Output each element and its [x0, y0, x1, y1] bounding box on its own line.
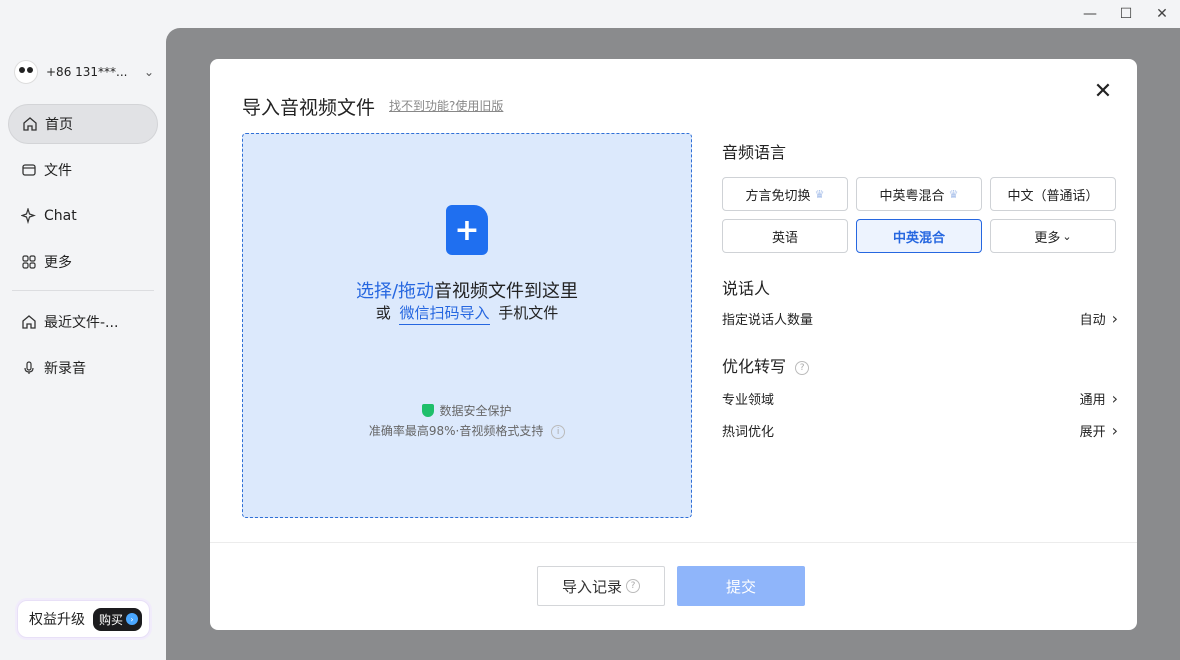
- grid-icon: [20, 253, 38, 271]
- domain-value: 通用: [1079, 392, 1106, 408]
- lang-option-zh-en-yue[interactable]: 中英粤混合 ♛: [856, 177, 982, 211]
- user-menu[interactable]: +86 131***... ⌄: [14, 60, 154, 84]
- accuracy-note: 准确率最高98%·音视频格式支持 i: [243, 422, 691, 439]
- speaker-count-label: 指定说话人数量: [722, 312, 814, 328]
- home-icon: [21, 115, 39, 133]
- folder-icon: [20, 161, 38, 179]
- help-icon[interactable]: ?: [626, 579, 640, 593]
- wechat-instruction: 或 微信扫码导入 手机文件: [243, 302, 691, 325]
- lang-option-label: 中文（普通话）: [1007, 188, 1099, 204]
- phone-file-text: 手机文件: [498, 304, 559, 322]
- settings-panel: 音频语言 方言免切换 ♛ 中英粤混合 ♛ 中文（普通话） 英语 中英混合 更多 ⌄ 说…: [722, 139, 1118, 441]
- wechat-import-link[interactable]: 微信扫码导入: [399, 304, 490, 325]
- submit-button[interactable]: 提交: [677, 566, 805, 606]
- maximize-icon[interactable]: ☐: [1108, 0, 1144, 28]
- arrow-right-icon: ›: [126, 613, 139, 625]
- chevron-right-icon: ›: [1111, 388, 1118, 408]
- hotword-row[interactable]: 热词优化 展开 ›: [722, 419, 1118, 441]
- file-drop-zone[interactable]: + 选择/拖动音视频文件到这里 或 微信扫码导入 手机文件 数据安全保护 准确率…: [242, 133, 692, 518]
- security-note: 数据安全保护: [243, 402, 691, 419]
- optimize-title: 优化转写: [722, 357, 787, 376]
- sidebar-divider: [12, 290, 154, 291]
- chevron-right-icon: ›: [1111, 420, 1118, 440]
- sidebar-item-chat[interactable]: Chat: [8, 196, 158, 236]
- audio-language-title: 音频语言: [722, 143, 787, 162]
- sidebar-item-files[interactable]: 文件: [8, 150, 158, 190]
- sidebar-item-label: 更多: [44, 255, 72, 271]
- optimize-title-wrap: 优化转写 ?: [722, 353, 1118, 377]
- buy-label: 购买: [99, 612, 124, 627]
- window-controls: — ☐ ✕: [1072, 0, 1180, 28]
- lang-option-label: 中英粤混合: [879, 188, 945, 204]
- speaker-count-row[interactable]: 指定说话人数量 自动 ›: [722, 307, 1118, 329]
- lang-option-label: 中英混合: [892, 230, 945, 246]
- crown-icon: ♛: [948, 187, 959, 201]
- avatar: [14, 60, 38, 84]
- sidebar-item-label: Chat: [44, 208, 77, 224]
- lang-option-label: 英语: [771, 230, 798, 246]
- crown-icon: ♛: [814, 187, 825, 201]
- footer-divider: [210, 542, 1137, 543]
- speaker-count-value: 自动: [1079, 312, 1106, 328]
- sidebar-item-label: 文件: [44, 163, 72, 179]
- old-version-link[interactable]: 找不到功能?使用旧版: [389, 97, 503, 114]
- upgrade-banner[interactable]: 权益升级 购买 ›: [17, 600, 150, 638]
- sidebar-nav: 首页 文件 Chat 更多 最近文件-... 新录音: [8, 104, 158, 397]
- sidebar-item-more[interactable]: 更多: [8, 242, 158, 282]
- shield-icon: [422, 404, 435, 417]
- upgrade-label: 权益升级: [29, 612, 85, 628]
- import-dialog: 导入音视频文件 找不到功能?使用旧版 ✕ + 选择/拖动音视频文件到这里 或 微…: [210, 59, 1137, 630]
- hotword-value: 展开: [1079, 424, 1106, 440]
- or-text: 或: [375, 304, 391, 322]
- dialog-title: 导入音视频文件: [242, 97, 376, 119]
- hotword-label: 热词优化: [722, 424, 775, 440]
- language-options: 方言免切换 ♛ 中英粤混合 ♛ 中文（普通话） 英语 中英混合 更多 ⌄: [722, 177, 1118, 253]
- select-drag-link[interactable]: 选择/拖动: [356, 281, 434, 302]
- domain-label: 专业领域: [722, 392, 775, 408]
- sidebar-item-label: 新录音: [44, 361, 86, 377]
- chevron-right-icon: ›: [1111, 308, 1118, 328]
- sidebar-item-recent-files[interactable]: 最近文件-...: [8, 305, 158, 339]
- lang-option-zh-en[interactable]: 中英混合: [856, 219, 982, 253]
- accuracy-text: 准确率最高98%·音视频格式支持: [368, 424, 544, 438]
- lang-option-more[interactable]: 更多 ⌄: [990, 219, 1116, 253]
- close-icon[interactable]: ✕: [1091, 79, 1115, 104]
- domain-row[interactable]: 专业领域 通用 ›: [722, 387, 1118, 409]
- mic-icon: [20, 359, 38, 377]
- add-file-icon: +: [446, 205, 488, 255]
- chevron-down-icon: ⌄: [1062, 229, 1072, 243]
- drop-instruction-text: 音视频文件到这里: [434, 281, 579, 302]
- lang-option-english[interactable]: 英语: [722, 219, 848, 253]
- import-history-label: 导入记录: [561, 577, 622, 596]
- user-phone: +86 131***...: [46, 65, 128, 79]
- sidebar: +86 131***... ⌄ 首页 文件 Chat 更多 最近文件-... 新…: [0, 0, 166, 660]
- lang-option-dialect[interactable]: 方言免切换 ♛: [722, 177, 848, 211]
- drop-instruction: 选择/拖动音视频文件到这里: [243, 277, 691, 303]
- security-text: 数据安全保护: [439, 404, 512, 418]
- sidebar-item-home[interactable]: 首页: [8, 104, 158, 144]
- sidebar-item-label: 首页: [45, 117, 73, 133]
- import-history-button[interactable]: 导入记录 ?: [537, 566, 665, 606]
- buy-button[interactable]: 购买 ›: [93, 607, 143, 631]
- info-icon[interactable]: i: [551, 424, 566, 439]
- chevron-down-icon: ⌄: [143, 65, 154, 79]
- lang-option-label: 更多: [1034, 230, 1061, 246]
- close-window-icon[interactable]: ✕: [1144, 0, 1180, 28]
- speaker-title: 说话人: [722, 279, 771, 298]
- sidebar-item-new-recording[interactable]: 新录音: [8, 351, 158, 385]
- minimize-icon[interactable]: —: [1072, 0, 1108, 28]
- lang-option-label: 方言免切换: [745, 188, 811, 204]
- sparkle-icon: [20, 207, 38, 225]
- help-icon[interactable]: ?: [795, 360, 810, 375]
- home-icon: [20, 313, 38, 331]
- sidebar-item-label: 最近文件-...: [44, 315, 119, 331]
- lang-option-mandarin[interactable]: 中文（普通话）: [990, 177, 1116, 211]
